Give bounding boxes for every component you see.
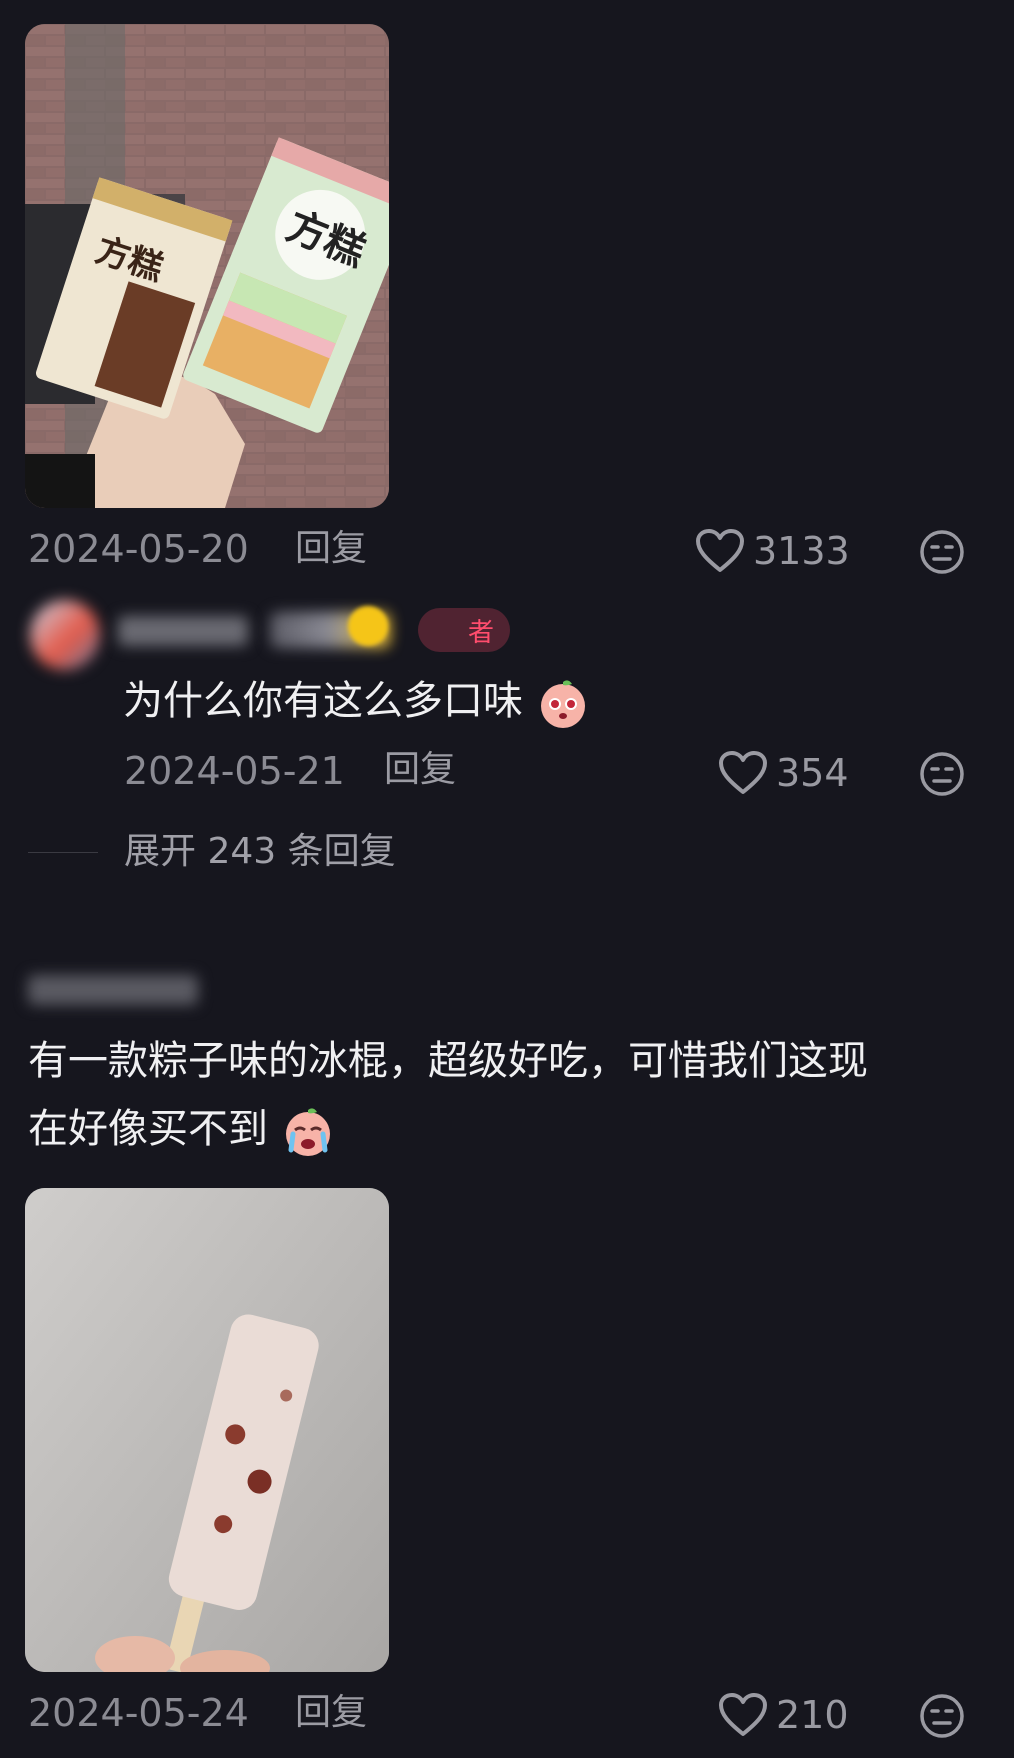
more-options-button[interactable] xyxy=(918,528,966,580)
comment-date: 2024-05-24 xyxy=(28,1691,249,1735)
reply-text: 为什么你有这么多口味 xyxy=(123,667,590,735)
avatar[interactable] xyxy=(30,600,100,670)
author-tag: 者 xyxy=(418,608,510,652)
neutral-face-icon xyxy=(920,1694,964,1738)
like-count: 3133 xyxy=(753,529,850,573)
fanggao-photo-illustration: 方糕 方糕 xyxy=(25,24,389,508)
author-tag-label: 者 xyxy=(467,617,494,648)
comment-photo-popsicle[interactable] xyxy=(25,1188,389,1672)
reply-text-content: 为什么你有这么多口味 xyxy=(123,678,523,724)
popsicle-photo-illustration xyxy=(25,1188,389,1672)
heart-outline-icon xyxy=(719,1693,767,1736)
comment-photo-fanggao[interactable]: 方糕 方糕 xyxy=(25,24,389,508)
comment-text-line2: 在好像买不到 xyxy=(28,1106,268,1152)
comment-text-line1: 有一款粽子味的冰棍，超级好吃，可惜我们这现 xyxy=(28,1038,868,1084)
like-count: 210 xyxy=(776,1693,849,1737)
like-button[interactable]: 3133 xyxy=(695,528,850,574)
reply-button[interactable]: 回复 xyxy=(295,531,367,567)
comment-text-line2-wrap: 在好像买不到 xyxy=(28,1095,988,1163)
crying-peach-emoji-icon xyxy=(285,1108,330,1156)
reply-button[interactable]: 回复 xyxy=(384,752,456,788)
like-button[interactable]: 354 xyxy=(718,750,849,796)
reply-button[interactable]: 回复 xyxy=(295,1695,367,1731)
neutral-face-icon xyxy=(920,752,964,796)
heart-outline-icon xyxy=(696,529,744,572)
more-options-button[interactable] xyxy=(918,750,966,802)
reply-date: 2024-05-21 xyxy=(124,749,345,793)
more-options-button[interactable] xyxy=(918,1692,966,1744)
emoji-sticker xyxy=(348,606,388,646)
like-button[interactable]: 210 xyxy=(718,1692,849,1738)
comment-text: 有一款粽子味的冰棍，超级好吃，可惜我们这现 在好像买不到 xyxy=(28,1027,988,1163)
username[interactable] xyxy=(118,616,248,646)
comment-date: 2024-05-20 xyxy=(28,527,249,571)
neutral-face-icon xyxy=(920,530,964,574)
like-count: 354 xyxy=(776,751,849,795)
pleading-peach-emoji-icon xyxy=(540,680,585,728)
expand-divider xyxy=(28,852,98,853)
username[interactable] xyxy=(28,975,198,1005)
expand-replies-button[interactable]: 展开 243 条回复 xyxy=(124,834,396,870)
heart-outline-icon xyxy=(719,751,767,794)
